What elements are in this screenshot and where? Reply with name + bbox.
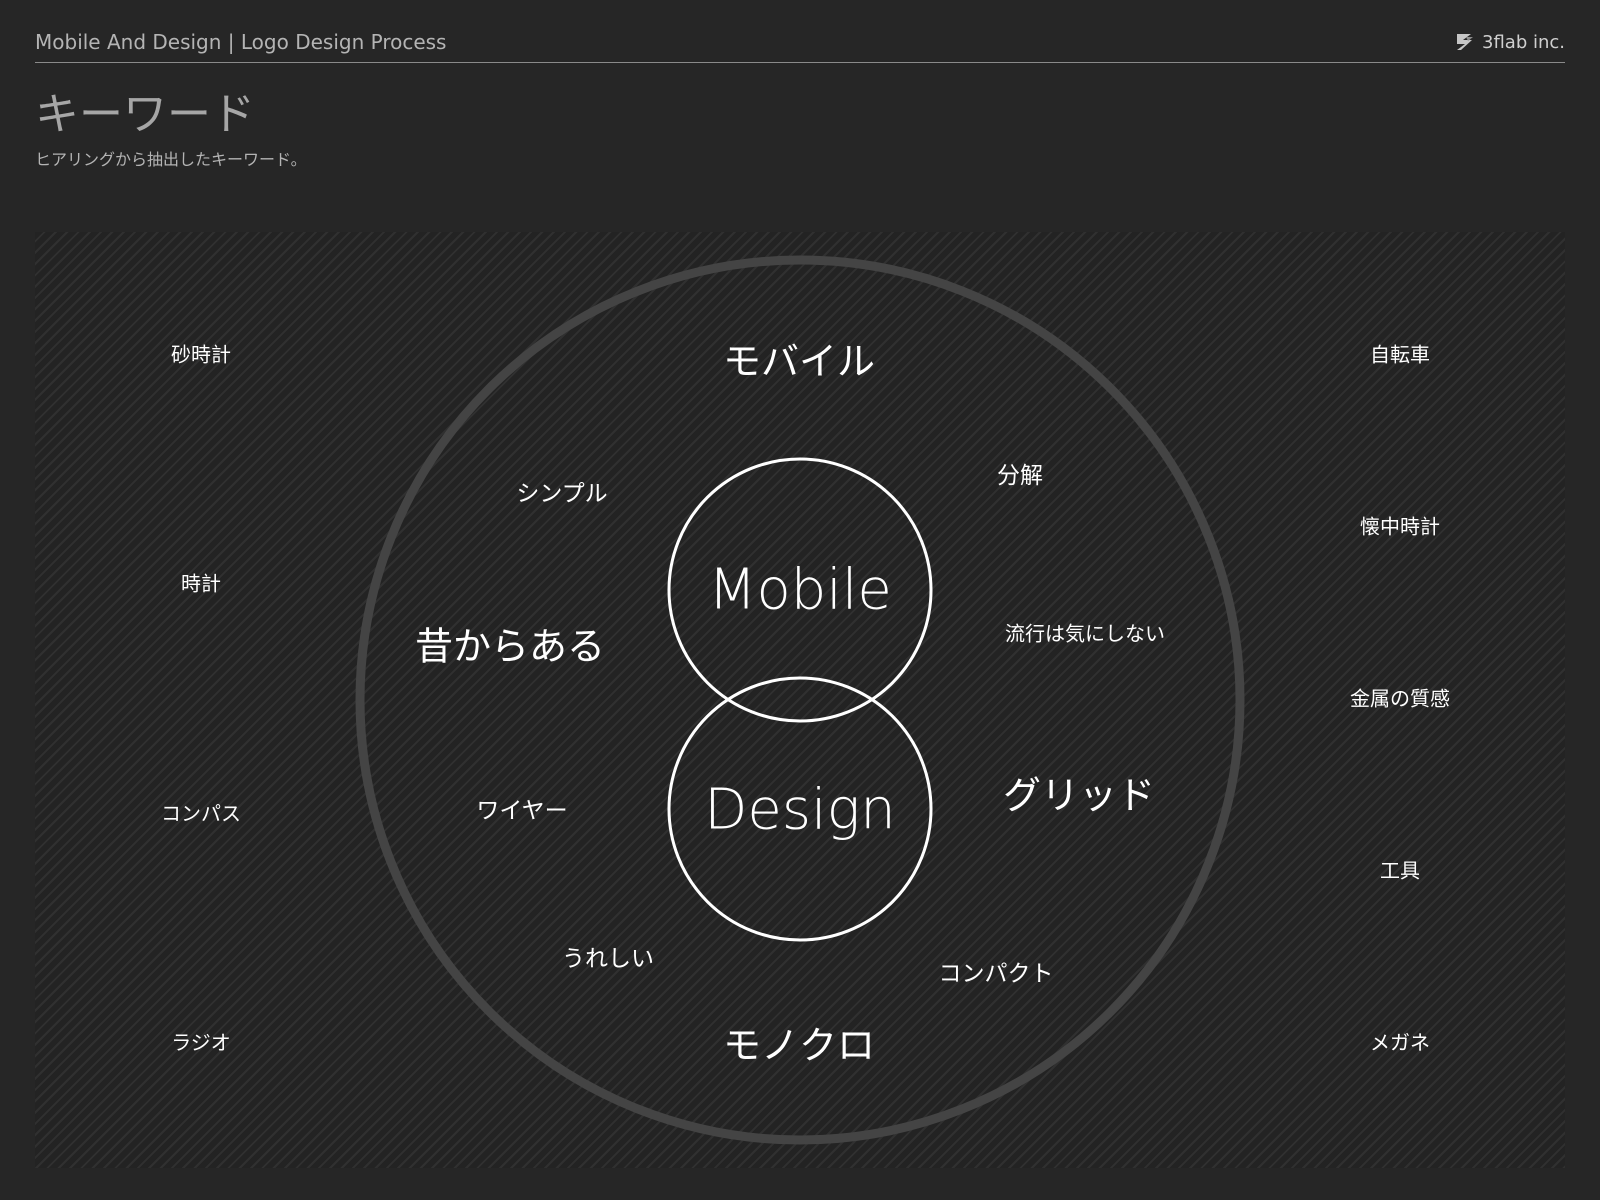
keyword-grid: グリッド <box>1002 773 1156 818</box>
keyword-monochro: モノクロ <box>722 1023 876 1068</box>
outer-ring <box>355 255 1245 1145</box>
keyword-radio: ラジオ <box>171 1030 231 1055</box>
keyword-mukashi: 昔からある <box>414 624 606 669</box>
brand: 3flab inc. <box>1454 31 1565 53</box>
keyword-mobile: モバイル <box>722 339 876 384</box>
keyword-kaichudokei: 懐中時計 <box>1360 514 1440 539</box>
page-title: キーワード <box>35 89 255 140</box>
keyword-kinzoku: 金属の質感 <box>1350 686 1450 711</box>
keyword-sunadokei: 砂時計 <box>171 342 231 367</box>
design-circle-label: Design <box>704 777 896 843</box>
keyword-simple: シンプル <box>516 481 608 507</box>
keyword-bunkai: 分解 <box>997 463 1043 489</box>
page-subtitle: ヒアリングから抽出したキーワード。 <box>35 150 307 169</box>
header: Mobile And Design | Logo Design Process … <box>35 28 1565 63</box>
header-title: Mobile And Design | Logo Design Process <box>35 30 447 54</box>
keyword-wire: ワイヤー <box>476 798 568 824</box>
keyword-diagram: Mobile Design モバイル シンプル 分解 昔からある 流行は気にしな… <box>35 232 1565 1168</box>
brand-name: 3flab inc. <box>1482 31 1565 53</box>
keyword-ureshii: うれしい <box>562 946 654 972</box>
keyword-megane: メガネ <box>1370 1030 1430 1055</box>
keyword-kougu: 工具 <box>1380 858 1420 883</box>
keyword-compact: コンパクト <box>938 961 1054 987</box>
keyword-jitensha: 自転車 <box>1370 342 1430 367</box>
keyword-ryuko: 流行は気にしない <box>1005 621 1165 646</box>
keyword-tokei: 時計 <box>181 571 221 596</box>
mobile-circle-label: Mobile <box>708 557 892 623</box>
3flab-logo-icon <box>1457 34 1473 50</box>
keyword-compass: コンパス <box>161 801 241 826</box>
